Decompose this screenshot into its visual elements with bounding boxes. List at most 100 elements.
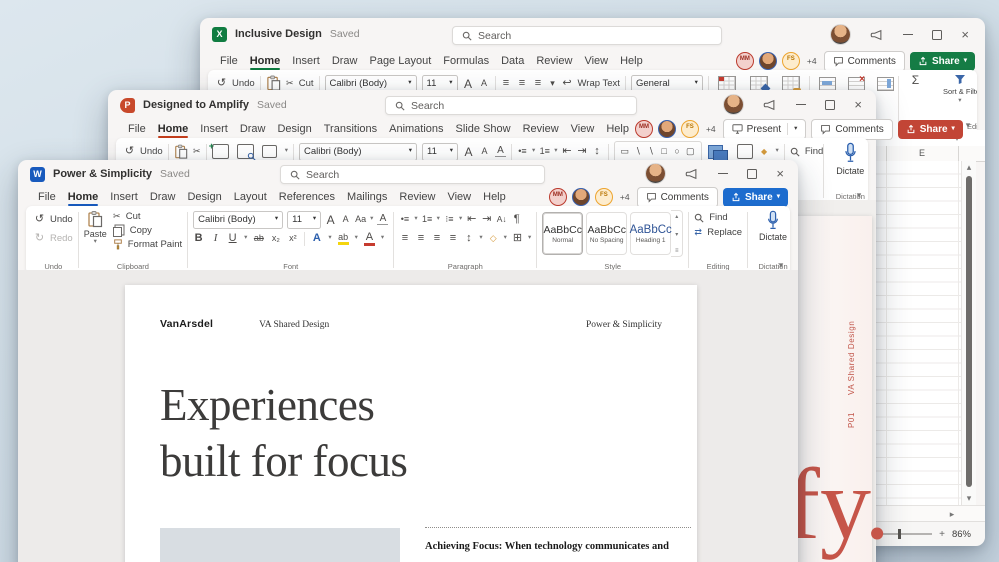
style-heading-1[interactable]: AaBbCc Heading 1 bbox=[630, 212, 672, 255]
style-no-spacing[interactable]: AaBbCc No Spacing bbox=[586, 212, 628, 255]
tab-file[interactable]: File bbox=[214, 55, 244, 67]
tab-design[interactable]: Design bbox=[181, 191, 227, 203]
find-button[interactable]: Find bbox=[790, 142, 823, 161]
zoom-level[interactable]: 86% bbox=[952, 529, 971, 540]
line-spacing-button[interactable] bbox=[592, 146, 603, 157]
tab-review[interactable]: Review bbox=[517, 123, 565, 135]
strikethrough-button[interactable] bbox=[253, 234, 264, 243]
tab-view[interactable]: View bbox=[441, 191, 477, 203]
cut-button[interactable]: Cut bbox=[113, 210, 182, 223]
italic-button[interactable] bbox=[210, 233, 221, 244]
cell-styles-icon[interactable] bbox=[781, 76, 801, 92]
presence-avatar-fs[interactable]: FS bbox=[781, 52, 800, 70]
megaphone-icon[interactable] bbox=[762, 98, 777, 112]
numbering-button[interactable] bbox=[539, 147, 550, 156]
present-button[interactable]: Present ▾ bbox=[722, 118, 807, 140]
shrink-font-button[interactable] bbox=[479, 79, 490, 88]
tab-transitions[interactable]: Transitions bbox=[318, 123, 383, 135]
reuse-slides-icon[interactable] bbox=[236, 144, 256, 161]
format-painter-button[interactable]: Format Paint bbox=[113, 238, 182, 251]
scrollbar-thumb[interactable] bbox=[965, 176, 972, 487]
close-button[interactable]: × bbox=[961, 28, 969, 41]
cut-icon[interactable] bbox=[286, 79, 294, 88]
tab-review[interactable]: Review bbox=[530, 55, 578, 67]
document-page[interactable]: VanArsdel VA Shared Design Power & Simpl… bbox=[125, 285, 697, 562]
tab-insert[interactable]: Insert bbox=[104, 191, 144, 203]
font-name-select[interactable]: Calibri (Body) ▾ bbox=[193, 210, 284, 229]
shrink-font-button[interactable] bbox=[479, 147, 490, 156]
text-box-icon[interactable] bbox=[621, 147, 630, 156]
font-size-select[interactable]: 11 ▾ bbox=[421, 142, 458, 161]
justify-button[interactable] bbox=[447, 233, 458, 244]
word-app-icon[interactable] bbox=[30, 166, 45, 182]
tab-home[interactable]: Home bbox=[244, 55, 287, 71]
tab-file[interactable]: File bbox=[122, 123, 152, 135]
maximize-button[interactable] bbox=[825, 99, 836, 110]
comments-button[interactable]: Comments bbox=[636, 186, 718, 208]
rectangle-shape-icon[interactable] bbox=[660, 147, 668, 156]
borders-button[interactable] bbox=[512, 233, 523, 244]
arrow-shape-icon[interactable] bbox=[647, 147, 655, 156]
sort-button[interactable] bbox=[496, 215, 507, 224]
tab-help[interactable]: Help bbox=[614, 55, 649, 67]
multilevel-list-button[interactable] bbox=[444, 215, 455, 224]
document-image-placeholder[interactable] bbox=[160, 528, 400, 562]
presence-avatar-mm[interactable]: MM bbox=[634, 120, 653, 138]
presence-avatar-mm[interactable]: MM bbox=[735, 52, 754, 70]
microphone-icon[interactable] bbox=[766, 210, 780, 231]
dictate-button[interactable]: Dictate bbox=[836, 166, 864, 176]
tab-view[interactable]: View bbox=[578, 55, 614, 67]
maximize-button[interactable] bbox=[747, 168, 758, 179]
tab-insert[interactable]: Insert bbox=[194, 123, 234, 135]
shape-fill-icon[interactable] bbox=[759, 148, 770, 156]
change-case-button[interactable] bbox=[355, 215, 366, 224]
clipboard-icon[interactable] bbox=[174, 144, 188, 160]
align-right-button[interactable] bbox=[431, 233, 442, 244]
wrap-text-icon[interactable] bbox=[562, 78, 573, 89]
grow-font-button[interactable] bbox=[463, 78, 474, 90]
replace-button[interactable]: Replace bbox=[694, 225, 742, 240]
style-normal[interactable]: AaBbCc Normal bbox=[542, 212, 584, 255]
tab-slide-show[interactable]: Slide Show bbox=[450, 123, 517, 135]
close-button[interactable]: × bbox=[854, 98, 862, 111]
tab-draw[interactable]: Draw bbox=[234, 123, 272, 135]
decrease-indent-button[interactable] bbox=[562, 146, 573, 157]
autosum-button[interactable] bbox=[904, 74, 927, 86]
share-button[interactable]: Share ▾ bbox=[897, 119, 963, 139]
profile-avatar[interactable] bbox=[724, 95, 744, 114]
show-formatting-button[interactable] bbox=[511, 214, 522, 225]
font-name-select[interactable]: Calibri (Body) ▾ bbox=[298, 142, 417, 161]
scroll-up-arrow[interactable] bbox=[965, 163, 973, 172]
decrease-indent-button[interactable] bbox=[466, 214, 477, 225]
find-button[interactable]: Find bbox=[694, 210, 742, 225]
increase-indent-button[interactable] bbox=[481, 214, 492, 225]
ribbon-collapse-chevron[interactable] bbox=[855, 191, 863, 200]
minimize-button[interactable] bbox=[796, 103, 807, 106]
grow-font-button[interactable] bbox=[463, 146, 474, 158]
presence-avatar-fs[interactable]: FS bbox=[594, 188, 613, 206]
tab-layout[interactable]: Layout bbox=[228, 191, 273, 203]
presence-overflow[interactable]: +4 bbox=[620, 192, 630, 202]
font-size-select[interactable]: 11 ▾ bbox=[287, 210, 322, 229]
sort-filter-button[interactable]: Sort & Filter ▾ bbox=[937, 74, 977, 105]
align-middle-icon[interactable] bbox=[517, 78, 528, 89]
align-bottom-icon[interactable] bbox=[533, 78, 544, 89]
presence-avatar-mm[interactable]: MM bbox=[548, 188, 567, 206]
bold-button[interactable] bbox=[193, 233, 204, 244]
bullets-button[interactable] bbox=[399, 215, 410, 224]
delete-cells-icon[interactable] bbox=[847, 75, 865, 91]
zoom-slider-thumb[interactable] bbox=[898, 529, 902, 539]
presence-overflow[interactable]: +4 bbox=[706, 124, 716, 134]
tab-design[interactable]: Design bbox=[271, 123, 317, 135]
tab-draw[interactable]: Draw bbox=[326, 55, 364, 67]
zoom-in-button[interactable]: + bbox=[939, 529, 945, 540]
numbering-button[interactable] bbox=[422, 215, 433, 224]
increase-indent-button[interactable] bbox=[577, 146, 588, 157]
microphone-icon[interactable] bbox=[843, 142, 858, 164]
excel-app-icon[interactable] bbox=[212, 26, 227, 42]
minimize-button[interactable] bbox=[718, 172, 729, 175]
tab-page-layout[interactable]: Page Layout bbox=[363, 55, 437, 67]
tab-home[interactable]: Home bbox=[152, 123, 195, 139]
tab-references[interactable]: References bbox=[273, 191, 341, 203]
align-center-button[interactable] bbox=[415, 233, 426, 244]
